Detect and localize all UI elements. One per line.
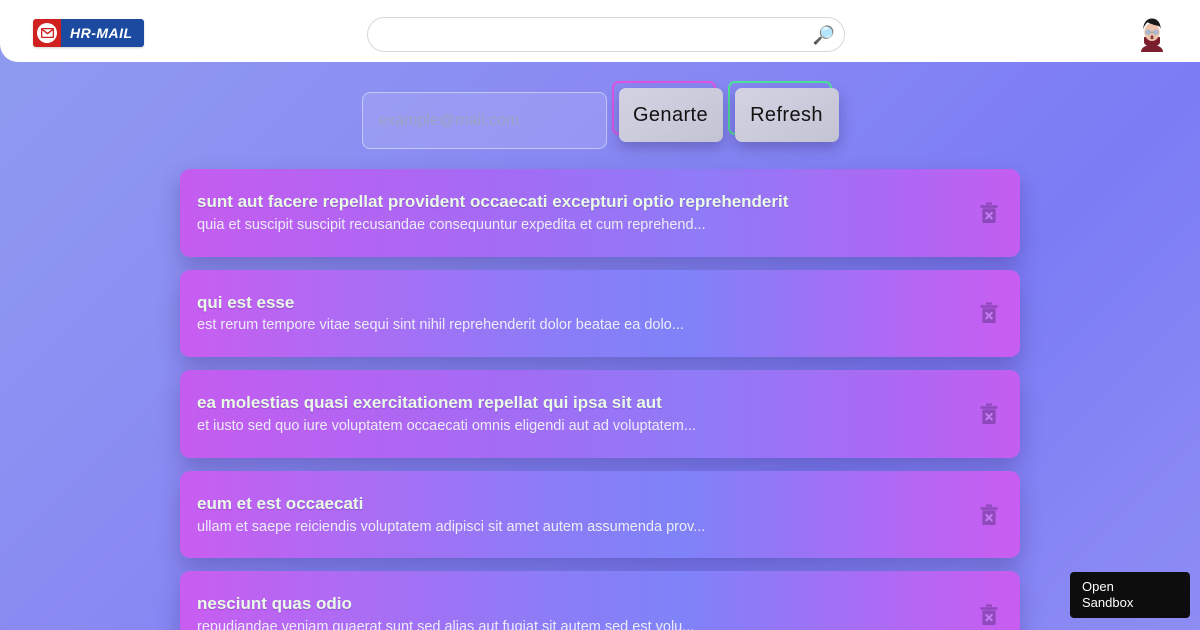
app-logo[interactable]: HR-MAIL [33, 19, 144, 47]
search-input[interactable] [367, 17, 845, 52]
email-snippet: est rerum tempore vitae sequi sint nihil… [197, 317, 684, 334]
open-sandbox-line-1: Open [1082, 579, 1114, 595]
email-title: nesciunt quas odio [197, 594, 352, 614]
email-title: ea molestias quasi exercitationem repell… [197, 393, 662, 413]
email-card[interactable]: qui est esse est rerum tempore vitae seq… [180, 269, 1020, 358]
envelope-icon-glyph [40, 28, 54, 38]
email-field[interactable] [361, 92, 607, 149]
search-icon[interactable]: 🔎 [813, 26, 835, 44]
refresh-button[interactable]: Refresh [727, 81, 839, 142]
email-card[interactable]: eum et est occaecati ullam et saepe reic… [180, 470, 1020, 559]
open-sandbox-line-2: Sandbox [1082, 594, 1134, 610]
email-title: eum et est occaecati [197, 493, 364, 513]
email-card[interactable]: ea molestias quasi exercitationem repell… [180, 370, 1020, 458]
trash-icon-glyph [980, 202, 998, 223]
app-header: HR-MAIL 🔎 [0, 0, 1200, 62]
email-title: sunt aut facere repellat provident occae… [197, 192, 789, 211]
trash-icon[interactable] [978, 603, 1000, 627]
trash-icon[interactable] [978, 402, 1000, 426]
email-snippet: repudiandae veniam quaerat sunt sed alia… [197, 619, 695, 630]
trash-icon[interactable] [978, 503, 1000, 527]
generate-button[interactable]: Genarte [611, 81, 723, 142]
email-card[interactable]: nesciunt quas odio repudiandae veniam qu… [180, 571, 1020, 630]
email-list: sunt aut facere repellat provident occae… [180, 169, 1020, 630]
email-snippet: quia et suscipit suscipit recusandae con… [197, 216, 706, 233]
logo-wordmark-text: HR-MAIL [70, 25, 133, 41]
email-card[interactable]: sunt aut facere repellat provident occae… [180, 169, 1020, 257]
avatar-image [1132, 12, 1172, 52]
controls-row: Genarte Refresh [0, 81, 1200, 149]
avatar[interactable] [1132, 12, 1172, 52]
logo-mark [33, 19, 61, 47]
open-sandbox-badge[interactable]: Open Sandbox [1070, 572, 1190, 618]
email-snippet: ullam et saepe reiciendis voluptatem adi… [197, 518, 706, 535]
email-snippet: et iusto sed quo iure voluptatem occaeca… [197, 417, 696, 434]
trash-icon-glyph [980, 504, 998, 525]
envelope-icon [37, 23, 57, 43]
trash-icon-glyph [980, 403, 998, 424]
trash-icon[interactable] [978, 301, 1000, 325]
trash-icon-glyph [980, 302, 998, 324]
trash-icon[interactable] [978, 201, 1000, 225]
trash-icon-glyph [980, 604, 998, 626]
email-title: qui est esse [197, 292, 295, 312]
logo-wordmark: HR-MAIL [61, 19, 144, 47]
search-container: 🔎 [367, 17, 845, 52]
